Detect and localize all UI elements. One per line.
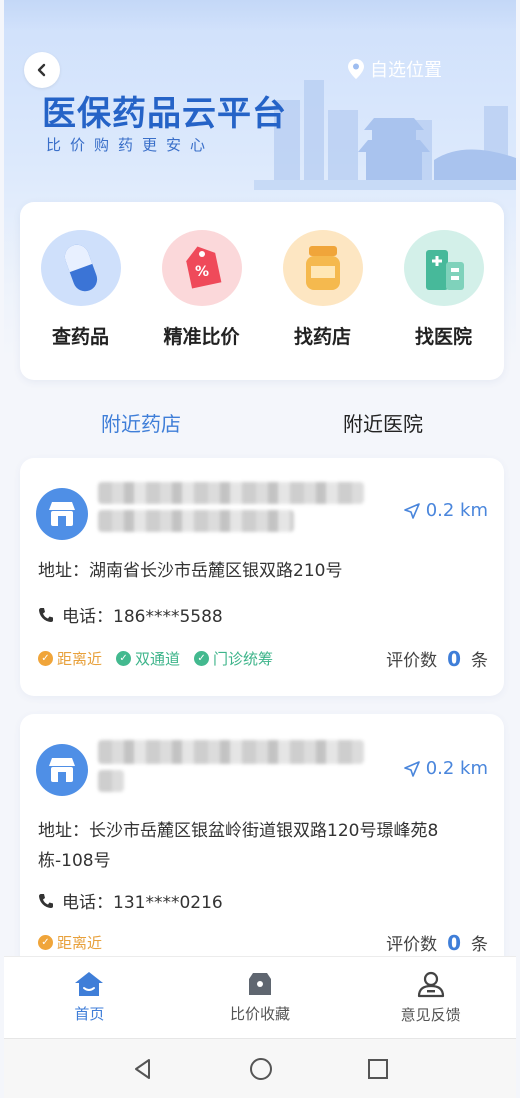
nav-home[interactable]: 首页 bbox=[24, 971, 154, 1024]
distance-value: 0.2 km bbox=[425, 500, 488, 521]
quick-action-label: 查药品 bbox=[51, 326, 109, 348]
pharmacy-address: 地址：长沙市岳麓区银盆岭街道银双路120号璟峰苑8栋-108号 bbox=[38, 821, 439, 871]
navigation-arrow-icon bbox=[403, 760, 420, 777]
pharmacy-avatar bbox=[36, 488, 88, 540]
phone-value: 电话：186****5588 bbox=[62, 607, 223, 627]
rating-unit: 条 bbox=[471, 935, 488, 955]
back-triangle-icon[interactable] bbox=[131, 1057, 155, 1081]
svg-text:%: % bbox=[194, 264, 208, 280]
tag-label: 门诊统筹 bbox=[213, 650, 274, 668]
quick-action-find-hospital[interactable]: 找医院 bbox=[389, 230, 499, 380]
check-icon: ✓ bbox=[116, 651, 132, 666]
home-icon bbox=[75, 972, 104, 996]
pharmacy-distance: 0.2 km bbox=[403, 500, 488, 521]
pharmacy-rating: 评价数 0 条 bbox=[386, 646, 488, 671]
app-screen: 自选位置 医保药品云平台 比价购药更安心 查药品 % 精准比价 找药店 找医院 … bbox=[4, 0, 516, 1098]
check-icon: ✓ bbox=[38, 935, 53, 950]
rating-count: 0 bbox=[447, 931, 461, 955]
system-navigation-bar bbox=[4, 1038, 516, 1098]
pharmacy-tags: ✓ 距离近 bbox=[38, 932, 102, 953]
phone-icon bbox=[39, 893, 53, 908]
pharmacy-avatar bbox=[36, 744, 88, 796]
bottom-navigation: 首页 比价收藏 意见反馈 bbox=[4, 956, 516, 1038]
pharmacy-name-redacted bbox=[98, 510, 294, 532]
nav-label: 首页 bbox=[74, 1005, 105, 1023]
pharmacy-card[interactable]: 0.2 km 地址：湖南省长沙市岳麓区银双路210号 电话：186****558… bbox=[20, 458, 504, 696]
page-subtitle: 比价购药更安心 bbox=[46, 136, 215, 154]
nearby-tabs: 附近药店 附近医院 bbox=[20, 402, 504, 446]
location-selector[interactable]: 自选位置 bbox=[348, 56, 442, 82]
pharmacy-rating: 评价数 0 条 bbox=[386, 930, 488, 955]
navigation-arrow-icon bbox=[403, 502, 420, 519]
phone-icon bbox=[39, 607, 53, 622]
tag-label: 双通道 bbox=[135, 650, 181, 668]
price-tag-icon: % bbox=[161, 230, 242, 306]
chevron-left-icon bbox=[37, 63, 46, 77]
pharmacy-address: 地址：湖南省长沙市岳麓区银双路210号 bbox=[38, 561, 343, 581]
quick-action-label: 找医院 bbox=[414, 326, 472, 348]
check-icon: ✓ bbox=[194, 651, 210, 666]
pharmacy-tags: ✓ 距离近 ✓ 双通道 ✓ 门诊统筹 bbox=[38, 648, 273, 669]
tag-label: 距离近 bbox=[57, 650, 103, 668]
user-feedback-icon bbox=[417, 971, 444, 998]
pill-capsule-icon bbox=[40, 230, 121, 306]
pharmacy-phone[interactable]: 电话：131****0216 bbox=[38, 888, 223, 913]
hospital-building-icon bbox=[403, 230, 484, 306]
tag-label: 距离近 bbox=[57, 934, 103, 952]
nav-price-favorites[interactable]: 比价收藏 bbox=[195, 971, 325, 1024]
storefront-icon bbox=[49, 758, 75, 782]
phone-value: 电话：131****0216 bbox=[62, 893, 223, 913]
quick-action-find-pharmacy[interactable]: 找药店 bbox=[268, 230, 378, 380]
pharmacy-card[interactable]: 0.2 km 地址：长沙市岳麓区银盆岭街道银双路120号璟峰苑8栋-108号 电… bbox=[20, 714, 504, 974]
tab-nearby-hospital[interactable]: 附近医院 bbox=[262, 402, 504, 446]
quick-action-price-compare[interactable]: % 精准比价 bbox=[147, 230, 257, 380]
rating-count: 0 bbox=[447, 647, 461, 671]
back-button[interactable] bbox=[24, 52, 60, 88]
quick-action-label: 精准比价 bbox=[163, 326, 240, 348]
city-skyline-illustration bbox=[254, 80, 516, 190]
nav-label: 意见反馈 bbox=[400, 1006, 461, 1024]
check-icon: ✓ bbox=[38, 651, 53, 666]
tag-outpatient-pooling: ✓ 门诊统筹 bbox=[194, 648, 273, 669]
tag-nearby: ✓ 距离近 bbox=[38, 648, 102, 669]
quick-action-search-drugs[interactable]: 查药品 bbox=[26, 230, 136, 380]
nav-label: 比价收藏 bbox=[229, 1005, 290, 1023]
home-circle-icon[interactable] bbox=[248, 1056, 274, 1082]
pharmacy-phone[interactable]: 电话：186****5588 bbox=[38, 602, 223, 627]
location-label: 自选位置 bbox=[370, 60, 442, 81]
rating-label: 评价数 bbox=[386, 651, 438, 671]
pharmacy-distance: 0.2 km bbox=[403, 758, 488, 779]
quick-action-label: 找药店 bbox=[293, 326, 351, 348]
storefront-icon bbox=[49, 502, 75, 526]
quick-actions-card: 查药品 % 精准比价 找药店 找医院 bbox=[20, 202, 504, 380]
pharmacy-name-redacted bbox=[98, 482, 364, 504]
tab-nearby-pharmacy[interactable]: 附近药店 bbox=[20, 402, 262, 446]
tag-nearby: ✓ 距离近 bbox=[38, 932, 102, 953]
pharmacy-name-redacted bbox=[98, 740, 364, 764]
rating-unit: 条 bbox=[471, 651, 488, 671]
location-pin-icon bbox=[348, 59, 364, 79]
tag-dual-channel: ✓ 双通道 bbox=[116, 648, 180, 669]
rating-label: 评价数 bbox=[386, 935, 438, 955]
recents-square-icon[interactable] bbox=[367, 1058, 389, 1080]
status-bar bbox=[4, 0, 516, 30]
bookmark-bag-icon bbox=[248, 973, 271, 995]
medicine-bottle-icon bbox=[282, 230, 363, 306]
page-title: 医保药品云平台 bbox=[42, 94, 287, 134]
distance-value: 0.2 km bbox=[425, 758, 488, 779]
pharmacy-name-redacted bbox=[98, 770, 124, 792]
nav-feedback[interactable]: 意见反馈 bbox=[366, 970, 496, 1025]
